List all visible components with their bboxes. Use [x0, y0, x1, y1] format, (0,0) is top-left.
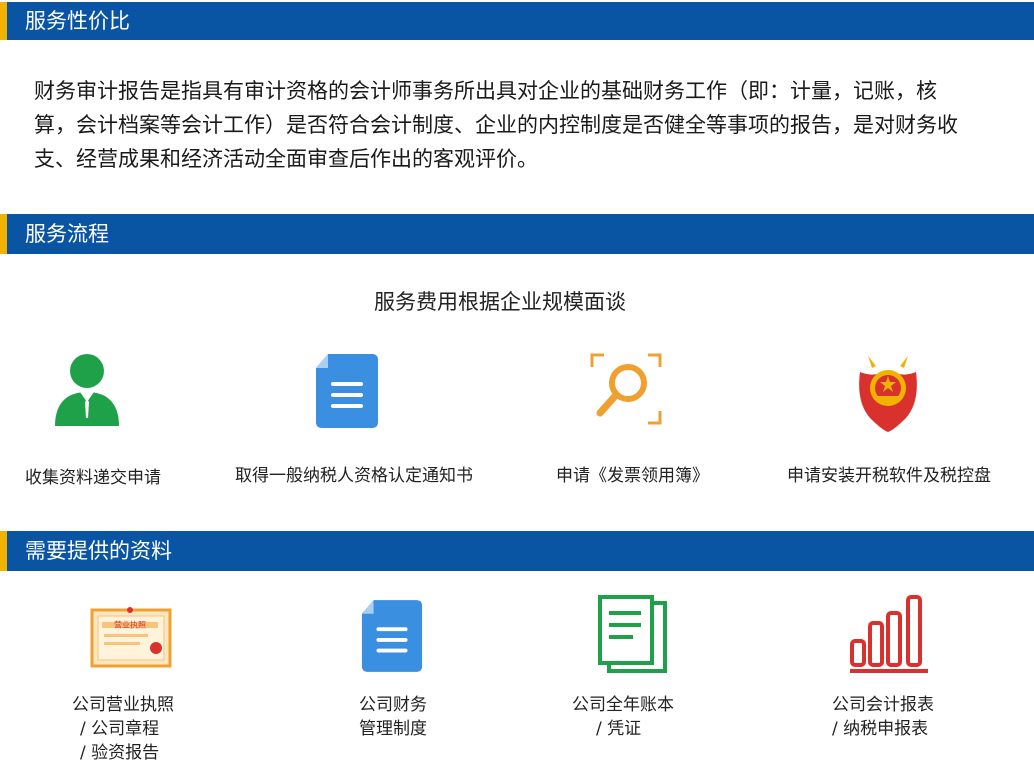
person-icon [55, 354, 119, 426]
section-header-price: 服务性价比 [0, 2, 1034, 40]
material-label-2: 公司财务 管理制度 [359, 695, 427, 739]
section-header-process: 服务流程 [0, 214, 1034, 254]
section-title: 服务性价比 [25, 9, 130, 33]
certificate-icon: 营业执照 [90, 607, 172, 668]
step-label-3: 申请《发票领用簿》 [556, 466, 709, 486]
step-label-4: 申请安装开税软件及税控盘 [787, 466, 991, 486]
material-label-4: 公司会计报表 / 纳税申报表 [832, 695, 934, 739]
search-icon [590, 353, 662, 425]
section-header-materials: 需要提供的资料 [0, 531, 1034, 571]
material-label-1: 公司营业执照 / 公司章程 / 验资报告 [72, 695, 174, 763]
fee-note: 服务费用根据企业规模面谈 [374, 290, 626, 314]
section-title: 服务流程 [25, 222, 109, 246]
material-label-3: 公司全年账本 / 凭证 [572, 695, 674, 739]
ledger-icon [598, 595, 667, 673]
certificate-badge: 营业执照 [114, 620, 146, 630]
intro-paragraph: 财务审计报告是指具有审计资格的会计师事务所出具对企业的基础财务工作（即：计量，记… [34, 79, 958, 171]
bar-chart-icon [850, 595, 928, 673]
step-label-1: 收集资料递交申请 [25, 468, 161, 488]
document-icon [316, 354, 378, 428]
document-icon [361, 600, 423, 672]
step-label-2: 取得一般纳税人资格认定通知书 [235, 466, 473, 486]
section-title: 需要提供的资料 [25, 539, 172, 563]
emblem-icon [859, 356, 917, 432]
